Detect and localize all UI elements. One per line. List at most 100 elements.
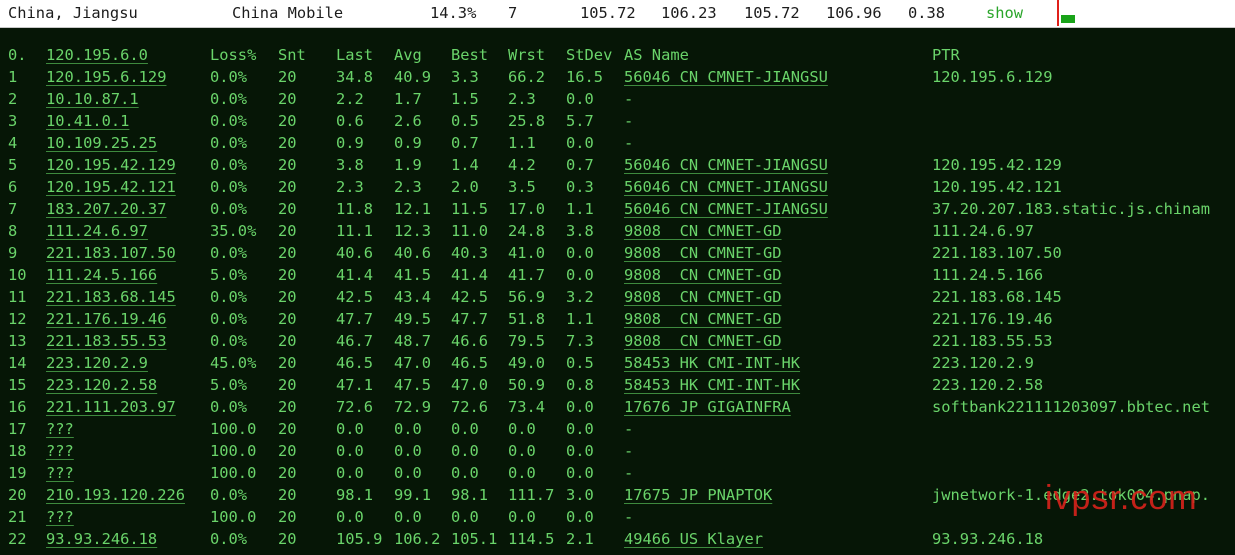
cell-as-name[interactable]: - <box>624 90 633 108</box>
cell-best: 0.7 <box>451 134 479 152</box>
cell-host[interactable]: 10.10.87.1 <box>46 90 139 108</box>
cell-loss: 0.0% <box>210 486 248 504</box>
table-row: 12 221.176.19.46 0.0% 20 47.7 49.5 47.7 51.8 1.1… <box>0 308 1235 330</box>
cell-last: 0.0 <box>336 508 364 526</box>
cell-host[interactable]: 120.195.42.129 <box>46 156 176 174</box>
show-link[interactable]: show <box>986 4 1023 22</box>
cell-hop-number: 6 <box>8 178 18 196</box>
cell-hop-number: 3 <box>8 112 18 130</box>
cell-host[interactable]: 223.120.2.9 <box>46 354 148 372</box>
cell-worst: 41.7 <box>508 266 546 284</box>
cell-ptr: 37.20.207.183.static.js.chinam <box>932 200 1210 218</box>
cell-avg: 2.3 <box>394 178 422 196</box>
cell-as-name[interactable]: 9808 CN CMNET-GD <box>624 310 782 328</box>
cell-host[interactable]: ??? <box>46 442 74 460</box>
cell-host[interactable]: 120.195.6.129 <box>46 68 166 86</box>
cell-as-name[interactable]: 56046 CN CMNET-JIANGSU <box>624 178 828 196</box>
cell-sent: 20 <box>278 354 297 372</box>
cell-host[interactable]: 93.93.246.18 <box>46 530 157 548</box>
cell-stdev: 7.3 <box>566 332 594 350</box>
cell-host[interactable]: 221.183.107.50 <box>46 244 176 262</box>
cell-last: 46.7 <box>336 332 374 350</box>
cell-host[interactable]: 221.183.68.145 <box>46 288 176 306</box>
cell-host[interactable]: 111.24.6.97 <box>46 222 148 240</box>
cell-stdev: 3.8 <box>566 222 594 240</box>
cell-sent: 20 <box>278 68 297 86</box>
cell-as-name[interactable]: 56046 CN CMNET-JIANGSU <box>624 68 828 86</box>
summary-hops: 7 <box>508 4 518 22</box>
summary-avg: 106.23 <box>661 4 717 22</box>
cell-stdev: 0.5 <box>566 354 594 372</box>
cell-as-name[interactable]: - <box>624 420 633 438</box>
cell-host[interactable]: ??? <box>46 508 74 526</box>
cell-host[interactable]: ??? <box>46 420 74 438</box>
cell-loss: 0.0% <box>210 530 248 548</box>
cell-as-name[interactable]: 58453 HK CMI-INT-HK <box>624 376 800 394</box>
cell-host[interactable]: 221.111.203.97 <box>46 398 176 416</box>
cell-host[interactable]: 210.193.120.226 <box>46 486 185 504</box>
cell-host[interactable]: 221.183.55.53 <box>46 332 166 350</box>
cell-host[interactable]: ??? <box>46 464 74 482</box>
cell-ptr: 120.195.42.121 <box>932 178 1062 196</box>
cell-as-name[interactable]: 56046 CN CMNET-JIANGSU <box>624 156 828 174</box>
cell-as-name[interactable]: - <box>624 508 633 526</box>
cell-stdev: 0.0 <box>566 420 594 438</box>
cell-sent: 20 <box>278 398 297 416</box>
cell-loss: 100.0 <box>210 442 257 460</box>
cell-sent: 20 <box>278 200 297 218</box>
table-row: 10 111.24.5.166 5.0% 20 41.4 41.5 41.4 41.7 0.0 9… <box>0 264 1235 286</box>
cell-hop-number: 9 <box>8 244 18 262</box>
cell-host[interactable]: 221.176.19.46 <box>46 310 166 328</box>
cell-worst: 25.8 <box>508 112 546 130</box>
cell-sent: 20 <box>278 530 297 548</box>
cell-last: 2.3 <box>336 178 364 196</box>
cell-stdev: 0.3 <box>566 178 594 196</box>
cell-as-name[interactable]: 58453 HK CMI-INT-HK <box>624 354 800 372</box>
cell-as-name[interactable]: 9808 CN CMNET-GD <box>624 266 782 284</box>
table-row: 14 223.120.2.9 45.0% 20 46.5 47.0 46.5 49.0 0.5 5… <box>0 352 1235 374</box>
cell-worst: 2.3 <box>508 90 536 108</box>
cell-last: 11.1 <box>336 222 374 240</box>
cell-avg: 0.0 <box>394 420 422 438</box>
cell-host[interactable]: 10.109.25.25 <box>46 134 157 152</box>
cell-sent: 20 <box>278 376 297 394</box>
cell-as-name[interactable]: 9808 CN CMNET-GD <box>624 288 782 306</box>
table-row: 13 221.183.55.53 0.0% 20 46.7 48.7 46.6 79.5 7.3… <box>0 330 1235 352</box>
table-row: 8 111.24.6.97 35.0% 20 11.1 12.3 11.0 24.8 3.8 98… <box>0 220 1235 242</box>
cell-best: 0.0 <box>451 464 479 482</box>
cell-host[interactable]: 111.24.5.166 <box>46 266 157 284</box>
cell-loss: 100.0 <box>210 508 257 526</box>
cell-avg: 48.7 <box>394 332 432 350</box>
cell-as-name[interactable]: - <box>624 442 633 460</box>
cell-stdev: 16.5 <box>566 68 604 86</box>
cell-as-name[interactable]: 17676 JP GIGAINFRA <box>624 398 791 416</box>
cell-host[interactable]: 183.207.20.37 <box>46 200 166 218</box>
cell-as-name[interactable]: - <box>624 134 633 152</box>
cell-host[interactable]: 10.41.0.1 <box>46 112 129 130</box>
cell-as-name[interactable]: - <box>624 112 633 130</box>
cell-as-name[interactable]: 56046 CN CMNET-JIANGSU <box>624 200 828 218</box>
cell-as-name[interactable]: 17675 JP PNAPTOK <box>624 486 772 504</box>
cell-as-name[interactable]: 9808 CN CMNET-GD <box>624 332 782 350</box>
cell-last: 0.6 <box>336 112 364 130</box>
cell-host[interactable]: 223.120.2.58 <box>46 376 157 394</box>
cell-sent: 20 <box>278 508 297 526</box>
cell-hop-number: 8 <box>8 222 18 240</box>
cell-as-name[interactable]: 49466 US Klayer <box>624 530 763 548</box>
cell-hop-number: 15 <box>8 376 27 394</box>
table-row: 2 10.10.87.1 0.0% 20 2.2 1.7 1.5 2.3 0.0 - <box>0 88 1235 110</box>
cell-as-name[interactable]: - <box>624 464 633 482</box>
cell-last: 34.8 <box>336 68 374 86</box>
cell-as-name[interactable]: 9808 CN CMNET-GD <box>624 244 782 262</box>
header-host[interactable]: 120.195.6.0 <box>46 46 148 64</box>
summary-best: 105.72 <box>744 4 800 22</box>
cell-as-name[interactable]: 9808 CN CMNET-GD <box>624 222 782 240</box>
cell-last: 47.7 <box>336 310 374 328</box>
cell-hop-number: 17 <box>8 420 27 438</box>
cell-hop-number: 19 <box>8 464 27 482</box>
mini-chart-axis <box>1057 0 1059 26</box>
cell-loss: 0.0% <box>210 398 248 416</box>
cell-ptr: 221.176.19.46 <box>932 310 1053 328</box>
cell-stdev: 0.0 <box>566 134 594 152</box>
cell-host[interactable]: 120.195.42.121 <box>46 178 176 196</box>
